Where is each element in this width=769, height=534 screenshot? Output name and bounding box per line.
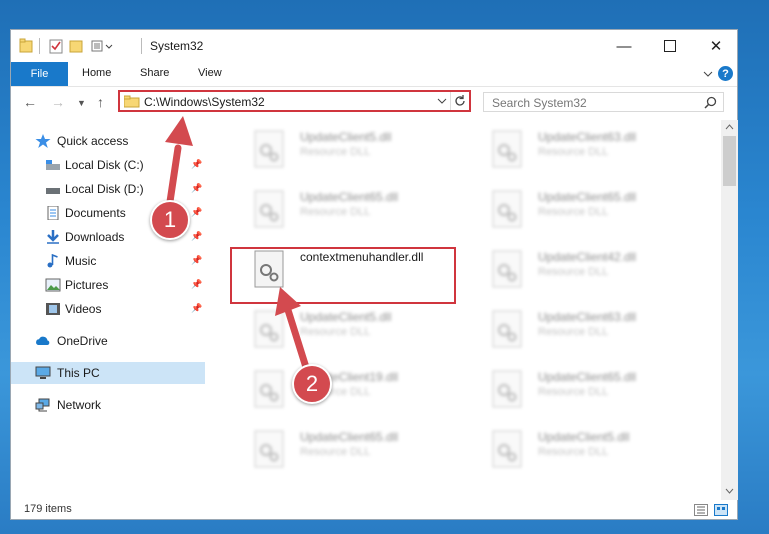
annotation-arrows	[164, 116, 314, 384]
step-2-badge: 2	[292, 364, 332, 404]
step-1-badge: 1	[150, 200, 190, 240]
arrow-1-head	[165, 116, 193, 146]
